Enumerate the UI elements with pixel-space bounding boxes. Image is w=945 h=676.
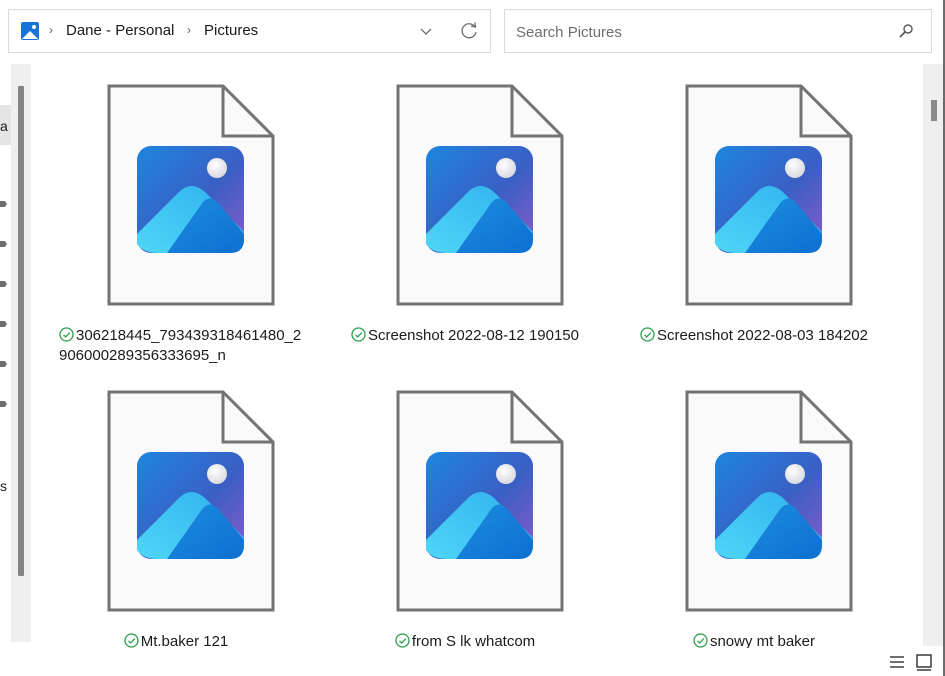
breadcrumb-pictures[interactable]: Pictures — [204, 22, 258, 39]
navigation-item-label[interactable]: a — [0, 118, 8, 134]
file-view: 306218445_793439318461480_2 906000289356… — [31, 64, 921, 648]
refresh-icon[interactable] — [459, 21, 479, 41]
search-icon[interactable] — [898, 23, 914, 39]
chevron-down-icon[interactable] — [418, 22, 434, 40]
image-file-icon — [685, 390, 853, 612]
file-item[interactable]: snowy mt baker — [609, 370, 889, 648]
image-file-icon — [685, 84, 853, 306]
image-file-icon — [107, 84, 275, 306]
pin-icon — [0, 201, 7, 207]
file-name-text: snowy mt baker — [709, 633, 816, 648]
file-name[interactable]: Screenshot 2022-08-03 184202 — [609, 326, 899, 346]
sync-status-check-icon — [693, 633, 708, 648]
image-file-icon — [107, 390, 275, 612]
breadcrumb-dane-personal[interactable]: Dane - Personal — [66, 22, 174, 39]
pin-icon — [0, 401, 7, 407]
file-view-scrollbar-thumb[interactable] — [931, 100, 937, 121]
status-bar — [0, 648, 943, 676]
breadcrumb-separator-icon: › — [49, 23, 53, 37]
file-view-scrollbar[interactable] — [923, 64, 943, 646]
file-name[interactable]: snowy mt baker — [609, 632, 899, 648]
image-file-icon — [396, 390, 564, 612]
pictures-folder-icon — [21, 22, 39, 40]
search-box[interactable] — [504, 9, 932, 53]
file-name[interactable]: Mt.baker 121 — [31, 632, 321, 648]
large-icons-view-icon[interactable] — [914, 652, 934, 672]
details-view-icon[interactable] — [887, 652, 907, 672]
file-name-text: Screenshot 2022-08-03 184202 — [657, 327, 868, 344]
navigation-scrollbar-thumb[interactable] — [18, 86, 24, 576]
sync-status-check-icon — [124, 633, 139, 648]
pin-icon — [0, 241, 7, 247]
address-bar[interactable]: › Dane - Personal › Pictures — [8, 9, 491, 53]
search-input[interactable] — [514, 20, 888, 44]
file-name[interactable]: Screenshot 2022-08-12 190150 — [320, 326, 610, 346]
sync-status-check-icon — [59, 327, 74, 342]
sync-status-check-icon — [395, 633, 410, 648]
file-item[interactable]: from S lk whatcom — [320, 370, 600, 648]
file-name-text: from S lk whatcom — [411, 633, 536, 648]
file-item[interactable]: Screenshot 2022-08-03 184202 — [609, 64, 889, 364]
file-name-line-1: 306218445_793439318461480_2 — [76, 327, 302, 344]
file-name-text: Screenshot 2022-08-12 190150 — [368, 327, 579, 344]
file-name[interactable]: 306218445_793439318461480_2 906000289356… — [59, 326, 321, 366]
pin-icon — [0, 361, 7, 367]
navigation-pane — [0, 64, 11, 652]
file-item[interactable]: 306218445_793439318461480_2 906000289356… — [31, 64, 311, 364]
pin-icon — [0, 321, 7, 327]
breadcrumb-separator-icon: › — [187, 23, 191, 37]
file-name-text: Mt.baker 121 — [140, 633, 229, 648]
toolbar: › Dane - Personal › Pictures — [0, 0, 945, 64]
file-name[interactable]: from S lk whatcom — [320, 632, 610, 648]
sync-status-check-icon — [640, 327, 655, 342]
navigation-item-label[interactable]: s — [0, 478, 7, 494]
sync-status-check-icon — [351, 327, 366, 342]
pin-icon — [0, 281, 7, 287]
file-name-line-2: 906000289356333695_n — [59, 347, 226, 364]
file-item[interactable]: Screenshot 2022-08-12 190150 — [320, 64, 600, 364]
file-item[interactable]: Mt.baker 121 — [31, 370, 311, 648]
image-file-icon — [396, 84, 564, 306]
